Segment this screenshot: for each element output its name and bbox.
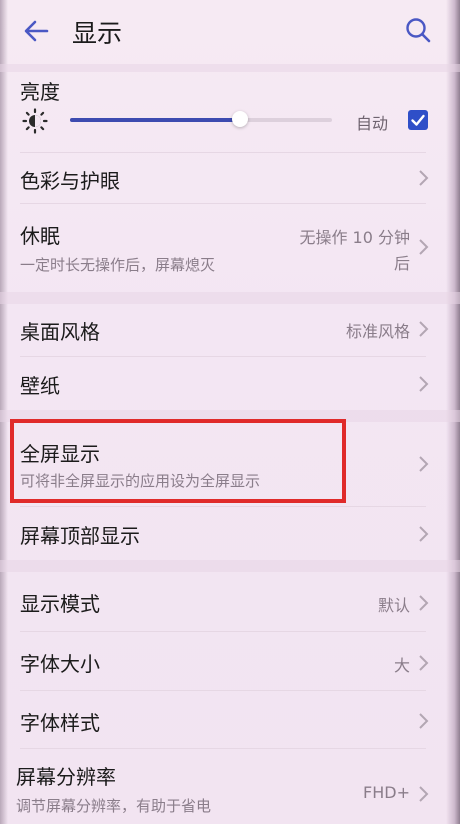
setting-item-title: 色彩与护眼 (20, 169, 120, 193)
setting-item-resolution[interactable]: 屏幕分辨率 调节屏幕分辨率，有助于省电 FHD+ (0, 749, 460, 824)
setting-item-title: 全屏显示 (20, 442, 100, 466)
brightness-row: 亮度 (0, 72, 460, 152)
chevron-right-icon (419, 456, 429, 472)
setting-item-value: 无操作 10 分钟 (299, 228, 410, 247)
auto-brightness-label: 自动 (356, 114, 389, 133)
setting-item-font-size[interactable]: 字体大小 大 (0, 632, 460, 690)
chevron-right-icon (419, 376, 429, 392)
setting-item-title: 屏幕分辨率 (16, 765, 116, 789)
page-title: 显示 (72, 19, 123, 48)
chevron-right-icon (419, 239, 429, 255)
group-separator (0, 292, 460, 304)
setting-item-subtitle: 可将非全屏显示的应用设为全屏显示 (20, 472, 261, 490)
divider (20, 356, 426, 357)
setting-item-subtitle: 调节屏幕分辨率，有助于省电 (16, 797, 212, 815)
setting-item-value: 大 (393, 656, 410, 675)
setting-item-fullscreen[interactable]: 全屏显示 可将非全屏显示的应用设为全屏显示 (0, 424, 460, 506)
divider (20, 506, 426, 507)
header-separator (0, 64, 460, 72)
setting-item-title: 壁纸 (20, 374, 60, 398)
checkmark-icon (411, 114, 425, 126)
setting-item-value: FHD+ (363, 783, 410, 802)
setting-item-title: 显示模式 (20, 592, 100, 616)
setting-item-wallpaper[interactable]: 壁纸 (0, 358, 460, 410)
setting-item-display-mode[interactable]: 显示模式 默认 (0, 574, 460, 630)
setting-item-desktop-style[interactable]: 桌面风格 标准风格 (0, 304, 460, 354)
group-separator (0, 410, 460, 422)
setting-item-color-eye[interactable]: 色彩与护眼 (0, 153, 460, 203)
search-icon[interactable] (404, 16, 432, 44)
setting-item-title: 桌面风格 (20, 320, 100, 344)
brightness-slider-fill (70, 118, 241, 122)
setting-item-title: 字体样式 (20, 711, 100, 735)
setting-item-value-line2: 后 (393, 254, 410, 273)
chevron-right-icon (419, 786, 429, 802)
setting-item-title: 休眠 (20, 224, 60, 248)
setting-item-title: 字体大小 (20, 652, 100, 676)
chevron-right-icon (419, 655, 429, 671)
setting-item-notch-display[interactable]: 屏幕顶部显示 (0, 508, 460, 560)
brightness-slider[interactable] (70, 111, 332, 127)
brightness-label: 亮度 (20, 80, 60, 104)
setting-item-subtitle: 一定时长无操作后，屏幕熄灭 (20, 256, 216, 274)
setting-item-title: 屏幕顶部显示 (20, 524, 140, 548)
back-arrow-icon[interactable] (22, 17, 50, 45)
chevron-right-icon (419, 713, 429, 729)
brightness-icon (22, 108, 48, 134)
group-separator (0, 560, 460, 572)
app-header: 显示 (0, 0, 460, 64)
setting-item-sleep[interactable]: 休眠 一定时长无操作后，屏幕熄灭 无操作 10 分钟 后 (0, 204, 460, 292)
chevron-right-icon (419, 321, 429, 337)
setting-item-font-style[interactable]: 字体样式 (0, 691, 460, 747)
chevron-right-icon (419, 595, 429, 611)
chevron-right-icon (419, 526, 429, 542)
auto-brightness-checkbox[interactable] (408, 110, 428, 130)
setting-item-value: 标准风格 (345, 322, 410, 341)
chevron-right-icon (419, 170, 429, 186)
setting-item-value: 默认 (377, 596, 410, 615)
